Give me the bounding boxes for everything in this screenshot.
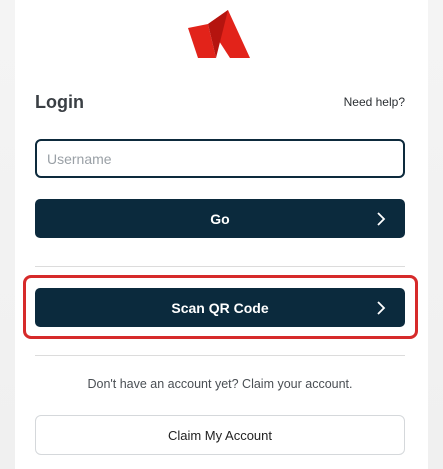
divider: [35, 266, 405, 267]
need-help-link[interactable]: Need help?: [344, 95, 405, 109]
divider: [35, 355, 405, 356]
claim-my-account-button[interactable]: Claim My Account: [35, 415, 405, 455]
chevron-right-icon: [377, 211, 386, 226]
page-title: Login: [35, 92, 84, 112]
go-button-label: Go: [210, 210, 230, 227]
claim-account-prompt: Don't have an account yet? Claim your ac…: [87, 377, 353, 391]
login-page: Login Need help? Go Scan QR Code Don't h…: [0, 0, 443, 469]
brand-logo: [188, 10, 250, 58]
chevron-right-icon: [377, 300, 386, 315]
scan-qr-code-button[interactable]: Scan QR Code: [35, 288, 405, 327]
scan-qr-code-label: Scan QR Code: [171, 299, 269, 316]
go-button[interactable]: Go: [35, 199, 405, 238]
username-input[interactable]: [35, 139, 405, 178]
